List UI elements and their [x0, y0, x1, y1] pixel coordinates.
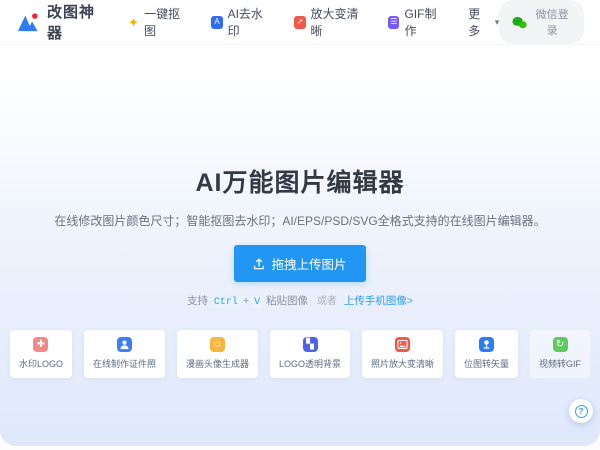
upload-image-button[interactable]: 拖拽上传图片	[234, 245, 365, 282]
nav-item-more[interactable]: 更多 ▾	[468, 5, 499, 39]
feature-card-bitmap-to-vector[interactable]: 位图转矢量	[455, 330, 518, 378]
video-gif-icon: ↻	[553, 337, 568, 352]
feature-card-photo-enlarge[interactable]: 照片放大变清晰	[362, 330, 443, 378]
nav-item-cutout[interactable]: ✦ 一键抠图	[128, 5, 186, 39]
id-photo-person-icon	[117, 337, 132, 352]
nav-label: 放大变清晰	[311, 5, 363, 39]
wechat-login-button[interactable]: 微信登录	[499, 0, 584, 44]
feature-card-row: ✚ 水印LOGO 在线制作证件照 ☺ 漫画头像生成器 ▚ LOGO透明背景	[0, 330, 600, 378]
upload-icon	[253, 258, 265, 270]
photo-enlarge-icon	[395, 337, 410, 352]
feature-card-cartoon-avatar[interactable]: ☺ 漫画头像生成器	[177, 330, 258, 378]
page-subtitle: 在线修改图片颜色尺寸；智能抠图去水印；AI/EPS/PSD/SVG全格式支持的在…	[0, 212, 600, 229]
transparent-background-icon: ▚	[303, 337, 318, 352]
mobile-upload-link[interactable]: 上传手机图像>	[344, 295, 413, 307]
feature-label: 位图转矢量	[464, 357, 509, 370]
header: 改图神器 ✦ 一键抠图 A AI去水印 ↗ 放大变清晰 ☰ GIF制作 更多 ▾	[0, 0, 600, 45]
vector-pin-icon	[479, 337, 494, 352]
feature-label: 视频转GIF	[539, 357, 581, 370]
kbd-v: V	[251, 297, 263, 308]
wechat-login-label: 微信登录	[533, 6, 571, 38]
feature-label: LOGO透明背景	[279, 357, 341, 370]
logo[interactable]: 改图神器	[16, 1, 102, 43]
nav-label: 更多	[468, 5, 487, 39]
main-nav: ✦ 一键抠图 A AI去水印 ↗ 放大变清晰 ☰ GIF制作 更多 ▾	[128, 5, 499, 39]
hero-section: AI万能图片编辑器 在线修改图片颜色尺寸；智能抠图去水印；AI/EPS/PSD/…	[0, 45, 600, 378]
question-mark-icon: ?	[575, 405, 588, 418]
watermark-remove-icon: A	[211, 16, 222, 29]
enlarge-icon: ↗	[294, 16, 305, 29]
nav-item-gif-maker[interactable]: ☰ GIF制作	[388, 5, 442, 39]
watermark-plus-icon: ✚	[33, 337, 48, 352]
feature-card-id-photo[interactable]: 在线制作证件照	[84, 330, 165, 378]
paste-middle-text: 粘贴图像	[266, 295, 308, 307]
feature-card-watermark-logo[interactable]: ✚ 水印LOGO	[10, 330, 72, 378]
gif-maker-icon: ☰	[388, 16, 399, 29]
magic-wand-icon: ✦	[128, 16, 139, 29]
nav-item-watermark-remove[interactable]: A AI去水印	[211, 5, 268, 39]
cartoon-avatar-icon: ☺	[210, 337, 225, 352]
feature-card-transparent-bg[interactable]: ▚ LOGO透明背景	[270, 330, 350, 378]
page-title: AI万能图片编辑器	[0, 163, 600, 199]
paste-prefix: 支持	[187, 295, 208, 307]
nav-item-enlarge[interactable]: ↗ 放大变清晰	[294, 5, 362, 39]
feature-label: 照片放大变清晰	[371, 357, 434, 370]
nav-label: AI去水印	[228, 5, 269, 39]
logo-text: 改图神器	[47, 1, 102, 43]
help-button[interactable]: ?	[569, 399, 593, 423]
feature-label: 水印LOGO	[19, 357, 63, 370]
feature-label: 漫画头像生成器	[186, 357, 249, 370]
or-word: 或者	[317, 296, 337, 307]
paste-hint: 支持 Ctrl+V 粘贴图像 或者 上传手机图像>	[0, 292, 600, 308]
feature-card-video-to-gif[interactable]: ↻ 视频转GIF	[530, 330, 590, 378]
plus-sign: +	[243, 295, 249, 307]
page: 改图神器 ✦ 一键抠图 A AI去水印 ↗ 放大变清晰 ☰ GIF制作 更多 ▾	[0, 0, 600, 446]
nav-label: GIF制作	[404, 5, 442, 39]
feature-label: 在线制作证件照	[93, 357, 156, 370]
wechat-icon	[512, 16, 527, 29]
logo-mountain-icon	[16, 12, 40, 32]
upload-button-label: 拖拽上传图片	[271, 254, 346, 273]
kbd-ctrl: Ctrl	[211, 297, 241, 308]
nav-label: 一键抠图	[144, 5, 185, 39]
